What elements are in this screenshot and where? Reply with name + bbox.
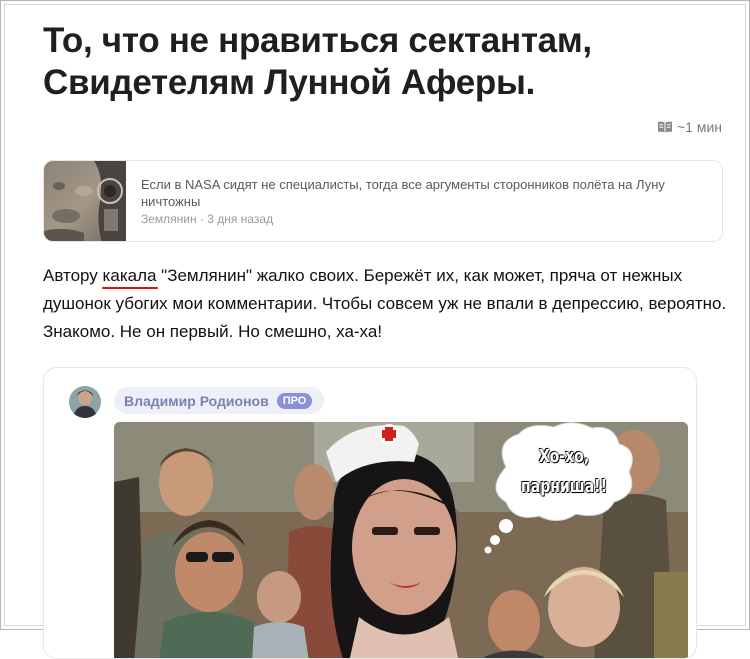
- author-chip[interactable]: Владимир Родионов ПРО: [114, 387, 325, 414]
- article-body: Автору какала "Землянин" жалко своих. Бе…: [43, 262, 733, 346]
- author-name[interactable]: Владимир Родионов: [124, 393, 269, 409]
- article-title: То, что не нравиться сектантам, Свидетел…: [43, 21, 592, 102]
- speech-bubble-line1: Хо-хо,: [538, 446, 590, 467]
- pro-badge: ПРО: [276, 392, 313, 409]
- repost-card[interactable]: Если в NASA сидят не специалисты, тогда …: [43, 160, 723, 242]
- read-time: ~1 мин: [657, 119, 722, 135]
- body-prefix: Автору: [43, 266, 103, 285]
- embedded-post[interactable]: Владимир Родионов ПРО Хо-хо, парниша!!: [43, 367, 697, 659]
- repost-title[interactable]: Если в NASA сидят не специалисты, тогда …: [141, 176, 711, 210]
- repost-thumbnail: [44, 161, 126, 241]
- speech-bubble-line2: парниша!!: [521, 476, 607, 497]
- repost-meta: Землянин · 3 дня назад: [141, 212, 274, 226]
- read-time-label: ~1 мин: [676, 119, 722, 135]
- underlined-word: какала: [101, 262, 159, 290]
- book-open-icon: [657, 120, 673, 134]
- post-photo[interactable]: Хо-хо, парниша!!: [114, 422, 688, 658]
- speech-bubble-text: Хо-хо, парниша!!: [509, 442, 618, 502]
- avatar[interactable]: [69, 386, 101, 418]
